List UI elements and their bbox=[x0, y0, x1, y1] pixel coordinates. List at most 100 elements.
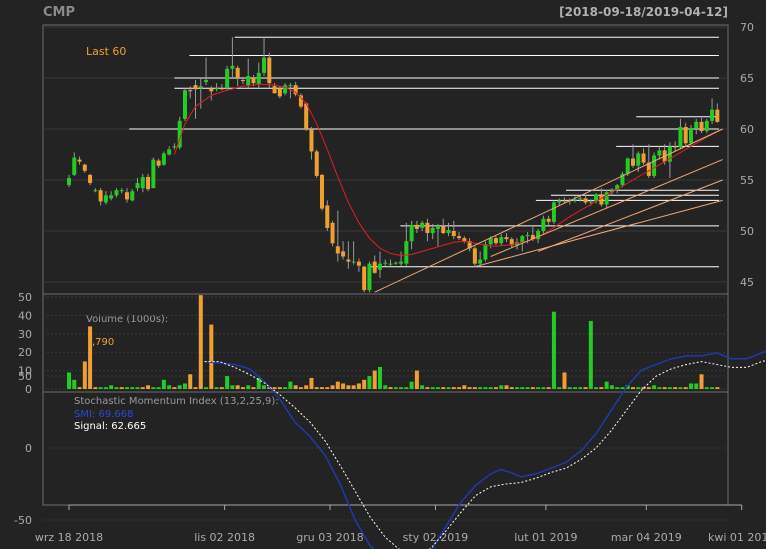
volume-bar bbox=[446, 387, 451, 389]
candle-body bbox=[172, 146, 177, 148]
candle-body bbox=[446, 229, 451, 234]
volume-bar bbox=[198, 295, 203, 389]
volume-bar bbox=[414, 370, 419, 389]
price-tick-label: 45 bbox=[740, 276, 754, 289]
volume-bar bbox=[135, 387, 140, 389]
candle-body bbox=[193, 85, 198, 90]
volume-bar bbox=[151, 387, 156, 389]
x-tick-label: lut 01 2019 bbox=[514, 531, 577, 544]
volume-bar bbox=[578, 387, 583, 389]
volume-bar bbox=[499, 385, 504, 389]
volume-bar bbox=[177, 385, 182, 389]
candle-body bbox=[630, 158, 635, 166]
volume-bar bbox=[588, 320, 593, 389]
trendline bbox=[474, 199, 723, 268]
candle-body bbox=[151, 159, 156, 189]
volume-bar bbox=[620, 387, 625, 389]
volume-bar bbox=[673, 387, 678, 389]
panel-border bbox=[42, 391, 729, 506]
candle-body bbox=[225, 68, 230, 89]
candle-body bbox=[167, 149, 172, 155]
candle-body bbox=[478, 259, 483, 264]
volume-bar bbox=[262, 385, 267, 389]
volume-bar bbox=[140, 387, 145, 389]
volume-bar bbox=[441, 387, 446, 389]
volume-bar bbox=[710, 387, 715, 389]
price-tick-label: 65 bbox=[740, 72, 754, 85]
volume-bar bbox=[557, 387, 562, 389]
candle-body bbox=[525, 235, 530, 237]
candle-body bbox=[67, 177, 71, 186]
volume-bar bbox=[124, 387, 129, 389]
candle-body bbox=[483, 244, 488, 260]
candle-body bbox=[641, 153, 646, 163]
candle-body bbox=[188, 90, 193, 92]
candle-body bbox=[283, 85, 288, 94]
volume-bar bbox=[662, 387, 667, 389]
volume-bar bbox=[182, 383, 187, 389]
volume-bar bbox=[462, 385, 467, 389]
candle-body bbox=[704, 120, 709, 132]
volume-bar bbox=[630, 387, 635, 389]
volume-bar bbox=[219, 387, 224, 389]
volume-bar bbox=[420, 385, 425, 389]
candle-body bbox=[409, 224, 414, 242]
candle-body bbox=[256, 72, 261, 85]
candle-body bbox=[551, 202, 556, 222]
volume-bar bbox=[377, 366, 382, 389]
volume-bar bbox=[399, 387, 404, 389]
volume-bar bbox=[609, 385, 614, 389]
volume-bar bbox=[509, 387, 514, 389]
volume-bar bbox=[372, 370, 377, 389]
volume-bar bbox=[683, 387, 688, 389]
candle-body bbox=[430, 227, 435, 234]
candle-body bbox=[362, 266, 367, 291]
volume-bar bbox=[520, 387, 525, 389]
price-tick-label: 70 bbox=[740, 21, 754, 34]
candle-body bbox=[77, 159, 82, 162]
x-tick-label: gru 03 2018 bbox=[296, 531, 363, 544]
volume-bar bbox=[525, 387, 530, 389]
volume-bar bbox=[351, 385, 356, 389]
candle-body bbox=[277, 88, 282, 97]
volume-bar bbox=[652, 385, 657, 389]
candle-body bbox=[673, 146, 678, 148]
candle-body bbox=[377, 263, 382, 270]
volume-bar bbox=[367, 376, 372, 389]
volume-bar bbox=[204, 387, 209, 389]
volume-bar bbox=[335, 381, 340, 389]
candle-body bbox=[235, 67, 240, 78]
volume-bar bbox=[246, 385, 251, 389]
volume-bar bbox=[388, 387, 393, 389]
candle-body bbox=[652, 155, 657, 176]
volume-bar bbox=[536, 387, 541, 389]
candle-body bbox=[198, 86, 203, 89]
candle-body bbox=[182, 90, 187, 119]
candle-body bbox=[393, 262, 398, 264]
candle-body bbox=[578, 198, 583, 200]
volume-bar bbox=[646, 387, 651, 389]
candle-body bbox=[262, 57, 267, 73]
candle-body bbox=[493, 238, 498, 244]
volume-bar bbox=[393, 387, 398, 389]
volume-bar bbox=[467, 387, 472, 389]
volume-bar bbox=[704, 387, 709, 389]
candle-body bbox=[288, 85, 293, 87]
candle-body bbox=[715, 109, 720, 122]
candle-body bbox=[135, 183, 140, 189]
panel-border bbox=[42, 24, 729, 295]
candle-body bbox=[314, 151, 319, 176]
volume-bar bbox=[435, 387, 440, 389]
volume-bar bbox=[240, 387, 245, 389]
candle-body bbox=[420, 222, 425, 228]
candle-body bbox=[98, 190, 103, 202]
volume-bar bbox=[172, 387, 177, 389]
volume-bar bbox=[425, 387, 430, 389]
candle-body bbox=[425, 222, 430, 234]
volume-bar bbox=[256, 377, 261, 389]
candle-body bbox=[557, 200, 562, 203]
volume-bar bbox=[515, 387, 520, 389]
price-tick-label: 55 bbox=[740, 174, 754, 187]
volume-bar bbox=[451, 387, 456, 389]
volume-bar bbox=[546, 387, 551, 389]
